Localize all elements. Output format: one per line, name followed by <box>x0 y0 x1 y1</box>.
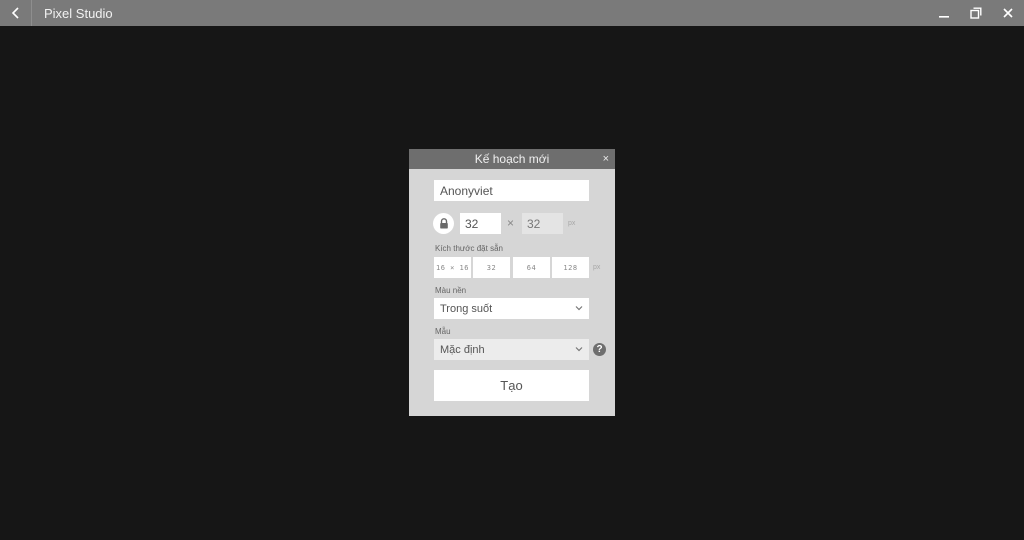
preset-64-button[interactable]: 64 <box>513 257 550 278</box>
template-select[interactable]: Mặc định <box>434 339 589 360</box>
aspect-lock-button[interactable] <box>433 213 454 234</box>
restore-button[interactable] <box>960 0 992 26</box>
back-button[interactable] <box>0 0 32 26</box>
chevron-down-icon <box>575 347 583 352</box>
chevron-left-icon <box>11 7 19 19</box>
dialog-header: Kế hoạch mới × <box>409 149 615 169</box>
preset-128-button[interactable]: 128 <box>552 257 589 278</box>
height-input[interactable] <box>522 213 563 234</box>
times-symbol: × <box>507 216 515 230</box>
preset-unit-label: px <box>593 264 601 271</box>
create-button[interactable]: Tạo <box>434 370 589 401</box>
title-bar: Pixel Studio <box>0 0 1024 26</box>
template-label: Mẫu <box>435 327 451 336</box>
preset-32-button[interactable]: 32 <box>473 257 510 278</box>
background-color-value: Trong suốt <box>440 302 493 315</box>
app-title: Pixel Studio <box>44 5 113 21</box>
background-color-label: Màu nền <box>435 286 467 295</box>
chevron-down-icon <box>575 306 583 311</box>
dialog-close-button[interactable]: × <box>603 152 609 166</box>
help-button[interactable]: ? <box>593 343 606 356</box>
close-window-button[interactable] <box>992 0 1024 26</box>
restore-icon <box>970 7 982 19</box>
new-project-dialog: Kế hoạch mới × × px Kích thước đặt sẵn 1… <box>409 149 615 416</box>
lock-icon <box>439 218 448 229</box>
window-controls <box>928 0 1024 26</box>
size-unit-label: px <box>568 220 576 227</box>
template-value: Mặc định <box>440 343 485 356</box>
minimize-button[interactable] <box>928 0 960 26</box>
preset-16-button[interactable]: 16 × 16 <box>434 257 471 278</box>
width-input[interactable] <box>460 213 501 234</box>
background-color-select[interactable]: Trong suốt <box>434 298 589 319</box>
minimize-icon <box>939 16 949 18</box>
close-icon <box>1003 8 1013 18</box>
preset-size-label: Kích thước đặt sẵn <box>435 244 503 253</box>
dialog-title: Kế hoạch mới <box>474 152 550 166</box>
project-name-input[interactable] <box>434 180 589 201</box>
